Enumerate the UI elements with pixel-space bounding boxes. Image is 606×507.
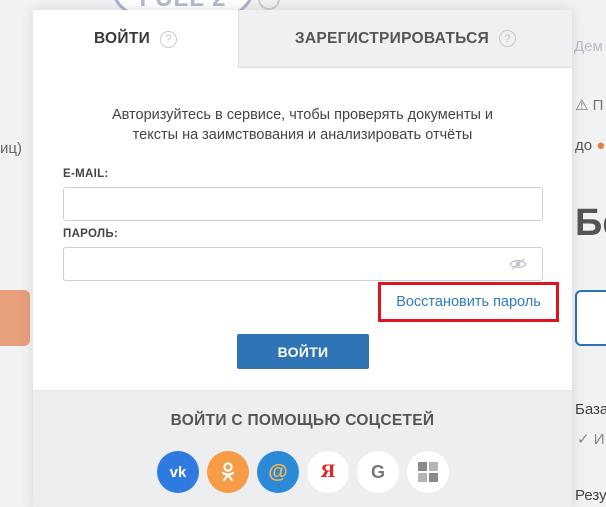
eye-slash-icon[interactable] bbox=[509, 258, 527, 270]
tab-register[interactable]: ЗАРЕГИСТРИРОВАТЬСЯ ? bbox=[238, 10, 572, 68]
login-button[interactable]: ВОЙТИ bbox=[237, 334, 369, 369]
yandex-login-button[interactable]: Я bbox=[307, 451, 349, 493]
background-demo-text: Дем bbox=[574, 38, 603, 55]
microsoft-icon bbox=[418, 462, 438, 482]
vk-icon: vk bbox=[169, 463, 187, 481]
question-circle-icon[interactable]: ? bbox=[160, 30, 178, 48]
social-login-section: ВОЙТИ С ПОМОЩЬЮ СОЦСЕТЕЙ vk @ Я G bbox=[33, 390, 572, 507]
tab-register-label: ЗАРЕГИСТРИРОВАТЬСЯ bbox=[294, 29, 490, 47]
background-warning-text: П bbox=[592, 97, 604, 114]
vk-login-button[interactable]: vk bbox=[157, 451, 199, 493]
auth-tabs: ВОЙТИ ? ЗАРЕГИСТРИРОВАТЬСЯ ? bbox=[33, 10, 572, 68]
tab-login-label: ВОЙТИ bbox=[93, 30, 151, 47]
question-circle-icon bbox=[258, 0, 280, 10]
question-circle-icon[interactable]: ? bbox=[499, 30, 517, 47]
odnoklassniki-icon bbox=[221, 462, 235, 482]
background-check: ✓ И bbox=[577, 430, 605, 448]
email-label: E-MAIL: bbox=[63, 168, 109, 180]
microsoft-login-button[interactable] bbox=[407, 451, 449, 493]
description-line-1: Авторизуйтесь в сервисе, чтобы проверять… bbox=[111, 107, 494, 123]
background-label: База bbox=[575, 401, 606, 418]
yandex-icon: Я bbox=[320, 462, 336, 482]
background-warning: ⚠ П bbox=[575, 96, 603, 114]
background-do: до ● bbox=[575, 137, 605, 154]
dot-icon: ● bbox=[596, 137, 606, 154]
mail-ru-login-button[interactable]: @ bbox=[257, 451, 299, 493]
background-box bbox=[575, 290, 606, 346]
social-login-title: ВОЙТИ С ПОМОЩЬЮ СОЦСЕТЕЙ bbox=[170, 412, 435, 429]
check-icon: ✓ bbox=[577, 431, 590, 448]
email-field[interactable] bbox=[63, 187, 543, 221]
google-icon: G bbox=[370, 461, 385, 482]
background-heading: Бе bbox=[575, 202, 606, 244]
background-do-text: до bbox=[575, 137, 593, 154]
mail-ru-icon: @ bbox=[268, 460, 288, 483]
password-field[interactable] bbox=[63, 247, 543, 281]
background-check-text: И bbox=[593, 431, 605, 448]
restore-password-link[interactable]: Восстановить пароль bbox=[396, 294, 541, 310]
warning-icon: ⚠ bbox=[575, 97, 589, 114]
auth-description: Авторизуйтесь в сервисе, чтобы проверять… bbox=[63, 105, 542, 145]
description-line-2: тексты на заимствования и анализировать … bbox=[132, 127, 473, 143]
odnoklassniki-login-button[interactable] bbox=[207, 451, 249, 493]
background-button bbox=[0, 290, 30, 346]
google-login-button[interactable]: G bbox=[357, 451, 399, 493]
background-result-label: Резу bbox=[575, 487, 606, 504]
restore-password-highlight: Восстановить пароль bbox=[378, 282, 559, 322]
auth-modal: ВОЙТИ ? ЗАРЕГИСТРИРОВАТЬСЯ ? Авторизуйте… bbox=[33, 10, 572, 507]
tab-login[interactable]: ВОЙТИ ? bbox=[33, 10, 238, 68]
background-text: иц) bbox=[0, 140, 22, 157]
password-label: ПАРОЛЬ: bbox=[63, 228, 119, 240]
